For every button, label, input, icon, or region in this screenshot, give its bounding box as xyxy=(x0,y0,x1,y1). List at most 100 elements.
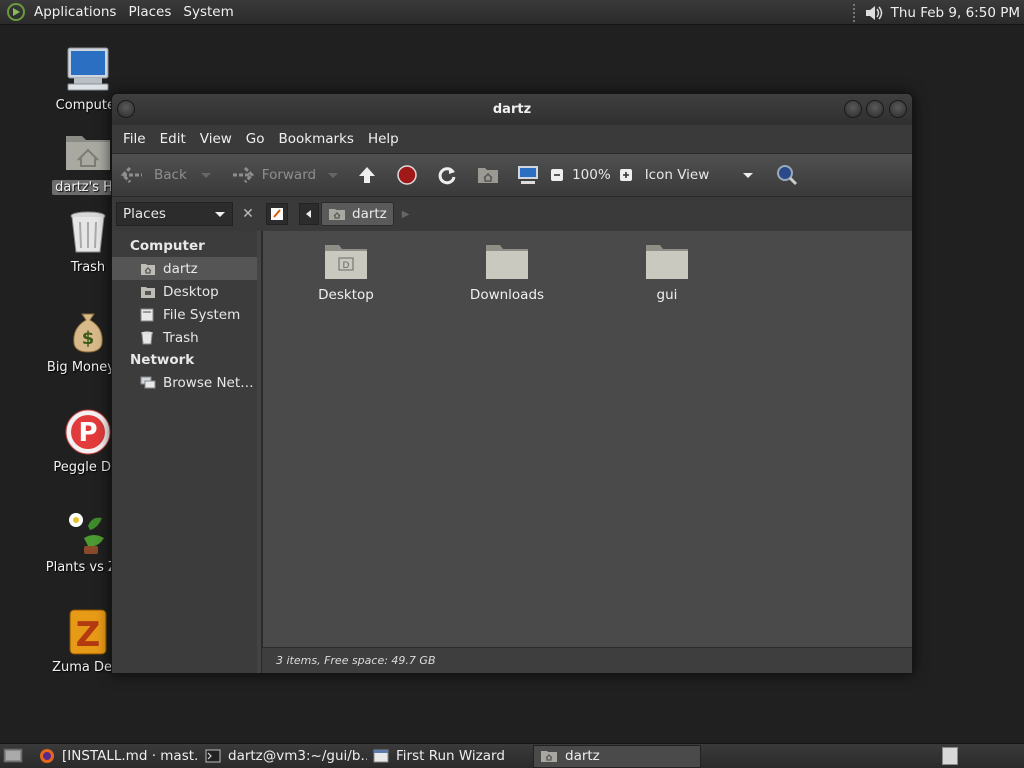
back-history-chevron-icon[interactable] xyxy=(199,171,213,179)
sidebar-scrollbar[interactable] xyxy=(257,231,261,673)
sidebar-header-network: Network xyxy=(130,352,195,368)
computer-icon[interactable] xyxy=(516,164,540,186)
file-item-downloads[interactable]: Downloads xyxy=(447,241,567,303)
trash-icon xyxy=(141,331,153,344)
places-menu[interactable]: Places xyxy=(122,0,177,25)
menu-view[interactable]: View xyxy=(193,131,239,147)
bottom-panel: [INSTALL.md · mast… dartz@vm3:~/gui/b… F… xyxy=(0,743,1024,768)
forward-history-chevron-icon[interactable] xyxy=(326,171,340,179)
sidebar-item-label: Browse Net… xyxy=(163,374,254,391)
folder-icon xyxy=(646,245,688,279)
system-menu[interactable]: System xyxy=(177,0,239,25)
menu-help[interactable]: Help xyxy=(361,131,406,147)
sidebar-item-dartz[interactable]: dartz xyxy=(112,257,261,280)
back-button[interactable]: Back xyxy=(120,165,213,185)
menu-bookmarks[interactable]: Bookmarks xyxy=(272,131,361,147)
file-name: Downloads xyxy=(469,287,545,303)
panel-handle xyxy=(852,3,857,22)
file-item-desktop[interactable]: D Desktop xyxy=(286,241,406,303)
window-titlebar[interactable]: dartz xyxy=(112,94,912,125)
terminal-icon xyxy=(205,749,221,763)
up-arrow-icon[interactable] xyxy=(356,164,378,186)
toolbar: Back Forward 100% Icon View xyxy=(112,153,912,197)
desktop-icon xyxy=(141,286,155,298)
window-menu-button[interactable] xyxy=(117,100,135,118)
crumb-scroll-right-icon[interactable]: ▶ xyxy=(402,209,410,220)
breadcrumb-label: dartz xyxy=(352,206,387,222)
big-money-icon: $ xyxy=(73,313,103,353)
forward-label: Forward xyxy=(261,167,317,183)
stop-icon[interactable] xyxy=(396,164,418,186)
menu-edit[interactable]: Edit xyxy=(153,131,193,147)
volume-icon[interactable] xyxy=(863,3,885,23)
menu-go[interactable]: Go xyxy=(239,131,272,147)
sidebar-item-desktop[interactable]: Desktop xyxy=(112,280,261,303)
home-folder-icon[interactable] xyxy=(476,164,500,186)
plants-vs-zombies-icon xyxy=(69,513,104,554)
task-first-run-wizard[interactable]: First Run Wizard xyxy=(367,745,533,768)
close-button[interactable] xyxy=(889,100,907,118)
reload-icon[interactable] xyxy=(436,164,458,186)
zoom-in-icon[interactable] xyxy=(619,168,633,182)
sidebar-item-file-system[interactable]: File System xyxy=(112,303,261,326)
zoom-out-icon[interactable] xyxy=(550,168,564,182)
svg-text:P: P xyxy=(78,418,97,448)
status-bar: 3 items, Free space: 49.7 GB xyxy=(262,647,912,673)
edit-location-button[interactable] xyxy=(266,203,288,225)
applications-menu[interactable]: Applications xyxy=(28,0,122,25)
top-menu: Applications Places System xyxy=(0,0,240,25)
sidebar-item-trash[interactable]: Trash xyxy=(112,326,261,349)
firefox-icon xyxy=(40,749,54,763)
file-name: gui xyxy=(656,287,678,303)
home-folder-icon xyxy=(66,136,110,170)
forward-button[interactable]: Forward xyxy=(229,165,340,185)
search-icon[interactable] xyxy=(775,163,799,187)
drive-icon xyxy=(140,308,154,321)
breadcrumb-dartz[interactable]: dartz xyxy=(321,202,394,226)
view-mode-label: Icon View xyxy=(644,167,710,183)
sidebar-mode-label: Places xyxy=(123,206,166,222)
view-mode-select[interactable]: Icon View xyxy=(645,167,756,183)
sidebar-header-computer: Computer xyxy=(130,238,205,254)
sidebar-mode-select[interactable]: Places xyxy=(116,202,233,226)
show-desktop-icon[interactable] xyxy=(3,747,25,765)
task-dartz[interactable]: dartz xyxy=(533,744,701,768)
sidebar-item-browse-network[interactable]: Browse Net… xyxy=(112,371,261,394)
home-icon xyxy=(329,209,345,220)
folder-icon xyxy=(486,245,528,279)
computer-icon xyxy=(67,47,109,91)
trash-icon xyxy=(70,211,106,253)
top-panel: Applications Places System Thu Feb 9, 6:… xyxy=(0,0,1024,25)
location-bar: Places ✕ dartz ▶ xyxy=(112,197,912,231)
file-item-gui[interactable]: gui xyxy=(607,241,727,303)
task-label: First Run Wizard xyxy=(396,748,505,764)
file-name: Desktop xyxy=(318,287,374,303)
task-terminal[interactable]: dartz@vm3:~/gui/b… xyxy=(199,745,367,768)
chevron-down-icon xyxy=(743,173,754,178)
task-firefox[interactable]: [INSTALL.md · mast… xyxy=(33,745,199,768)
task-label: dartz xyxy=(565,748,600,764)
clock[interactable]: Thu Feb 9, 6:50 PM xyxy=(885,5,1020,21)
window-body: Computer dartz Desktop File System Trash… xyxy=(112,231,912,673)
places-sidebar: Computer dartz Desktop File System Trash… xyxy=(112,231,262,673)
close-sidebar-icon[interactable]: ✕ xyxy=(237,203,259,225)
window-title: dartz xyxy=(492,102,532,117)
pencil-icon xyxy=(271,208,283,220)
home-folder-icon xyxy=(541,751,557,762)
minimize-button[interactable] xyxy=(844,100,862,118)
maximize-button[interactable] xyxy=(866,100,884,118)
workspace-switcher[interactable] xyxy=(942,747,958,765)
back-arrow-icon xyxy=(120,166,142,184)
file-manager-window: dartz File Edit View Go Bookmarks Help B… xyxy=(111,93,913,674)
sidebar-item-label: File System xyxy=(163,306,241,323)
file-icon-view[interactable]: D Desktop Downloads gui xyxy=(262,231,912,673)
zoom-level: 100% xyxy=(572,167,611,183)
crumb-scroll-left-button[interactable] xyxy=(299,203,319,225)
task-label: dartz@vm3:~/gui/b… xyxy=(228,748,367,764)
menubar: File Edit View Go Bookmarks Help xyxy=(112,125,912,153)
chevron-down-icon xyxy=(215,211,225,217)
svg-text:$: $ xyxy=(82,328,95,349)
distro-logo-icon[interactable] xyxy=(6,2,26,22)
menu-file[interactable]: File xyxy=(116,131,153,147)
back-label: Back xyxy=(154,167,187,183)
